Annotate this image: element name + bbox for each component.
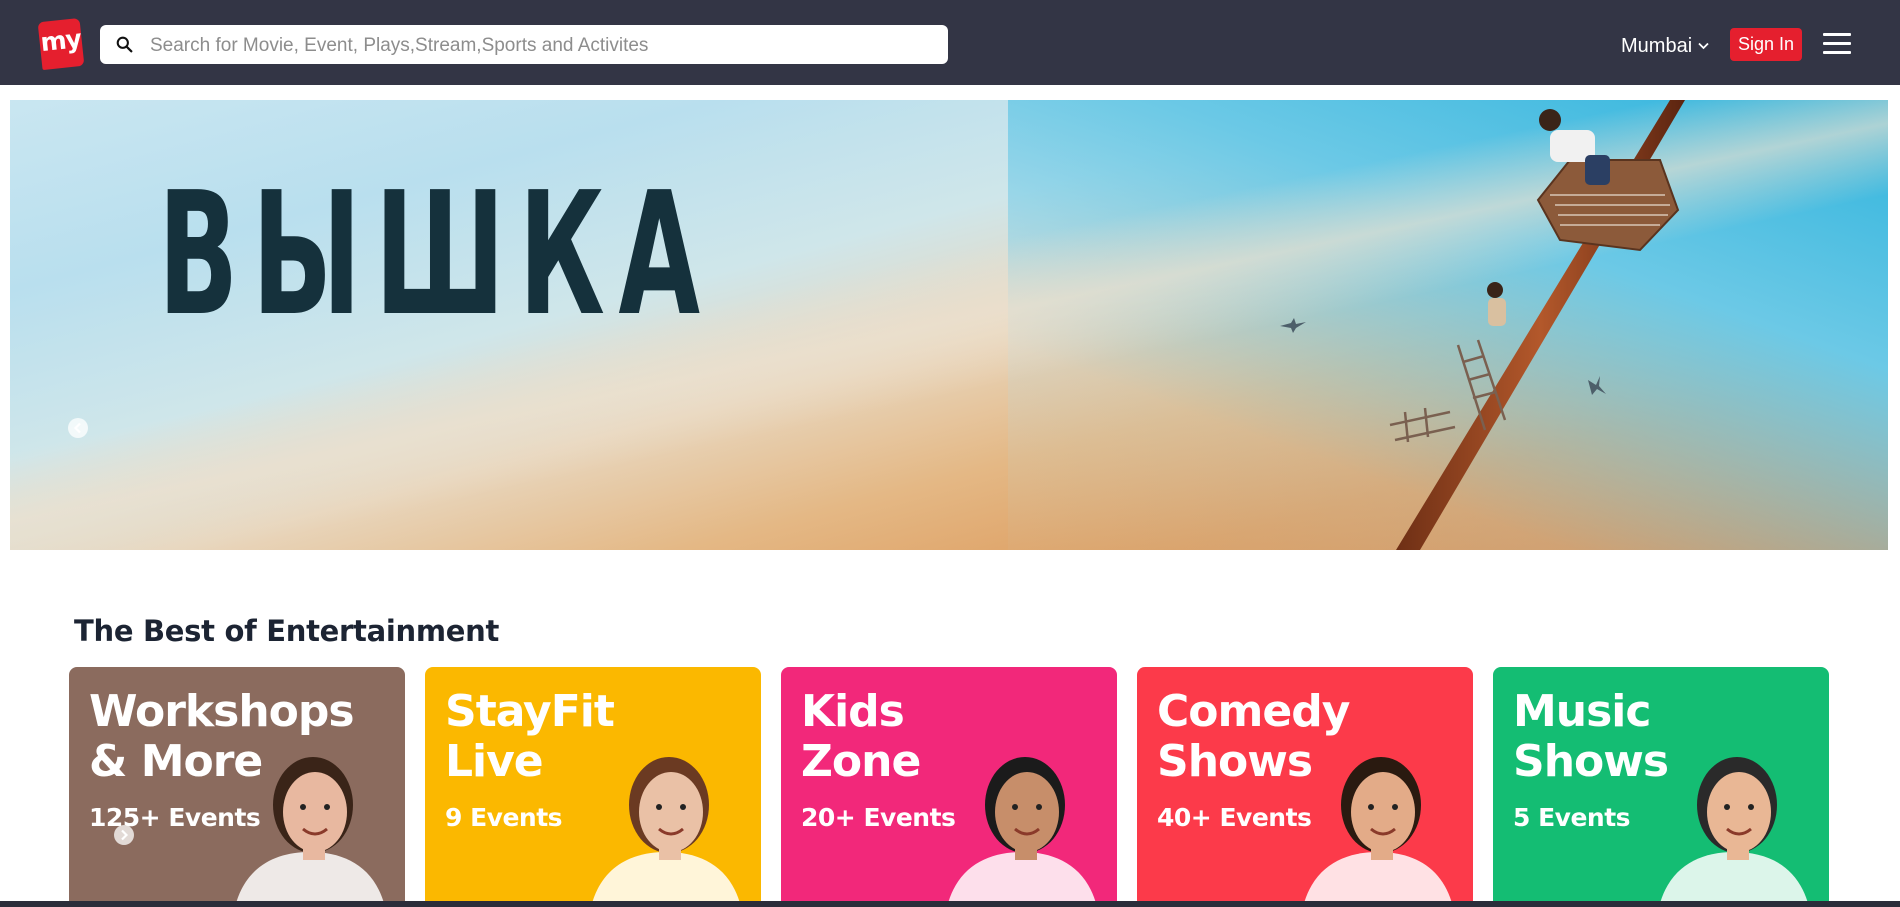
tower-illustration: [1389, 100, 1685, 550]
bookmyshow-logo[interactable]: my: [37, 17, 85, 71]
top-navbar: my Mumbai Sign In: [0, 0, 1900, 85]
bird-icon: [1280, 318, 1306, 333]
sign-in-button[interactable]: Sign In: [1730, 28, 1802, 61]
person-illustration: [947, 757, 1097, 907]
category-card-count: 5 Events: [1513, 803, 1631, 832]
person-illustration: [1303, 757, 1453, 907]
search-icon: [116, 36, 133, 53]
category-card[interactable]: Workshops & More 125+ Events: [69, 667, 405, 907]
carousel-next-button[interactable]: [114, 825, 134, 845]
chevron-down-icon: [1698, 42, 1709, 50]
city-selector[interactable]: Mumbai: [1621, 33, 1709, 59]
category-card[interactable]: Music Shows 5 Events: [1493, 667, 1829, 907]
category-card[interactable]: StayFit Live 9 Events: [425, 667, 761, 907]
category-card-count: 9 Events: [445, 803, 563, 832]
person-illustration: [1659, 757, 1809, 907]
person-illustration: [591, 757, 741, 907]
banner-title: ВЫШКА: [158, 156, 714, 354]
person-illustration: [235, 757, 385, 907]
entertainment-cards: Workshops & More 125+ Events StayFit Live 9…: [69, 667, 1831, 907]
category-card[interactable]: Kids Zone 20+ Events: [781, 667, 1117, 907]
chevron-right-icon: [121, 829, 129, 841]
city-label: Mumbai: [1621, 35, 1693, 57]
bottom-scroll-strip: [0, 901, 1900, 907]
search-bar[interactable]: [100, 25, 948, 66]
hero-banner[interactable]: ВЫШКА: [10, 100, 1888, 550]
carousel-prev-button[interactable]: [68, 418, 88, 438]
category-card[interactable]: Comedy Shows 40+ Events: [1137, 667, 1473, 907]
section-title: The Best of Entertainment: [74, 614, 500, 648]
chevron-left-icon: [73, 422, 81, 434]
bird-icon: [1588, 376, 1606, 395]
search-input[interactable]: [148, 25, 932, 66]
hamburger-menu-icon[interactable]: [1823, 33, 1851, 55]
